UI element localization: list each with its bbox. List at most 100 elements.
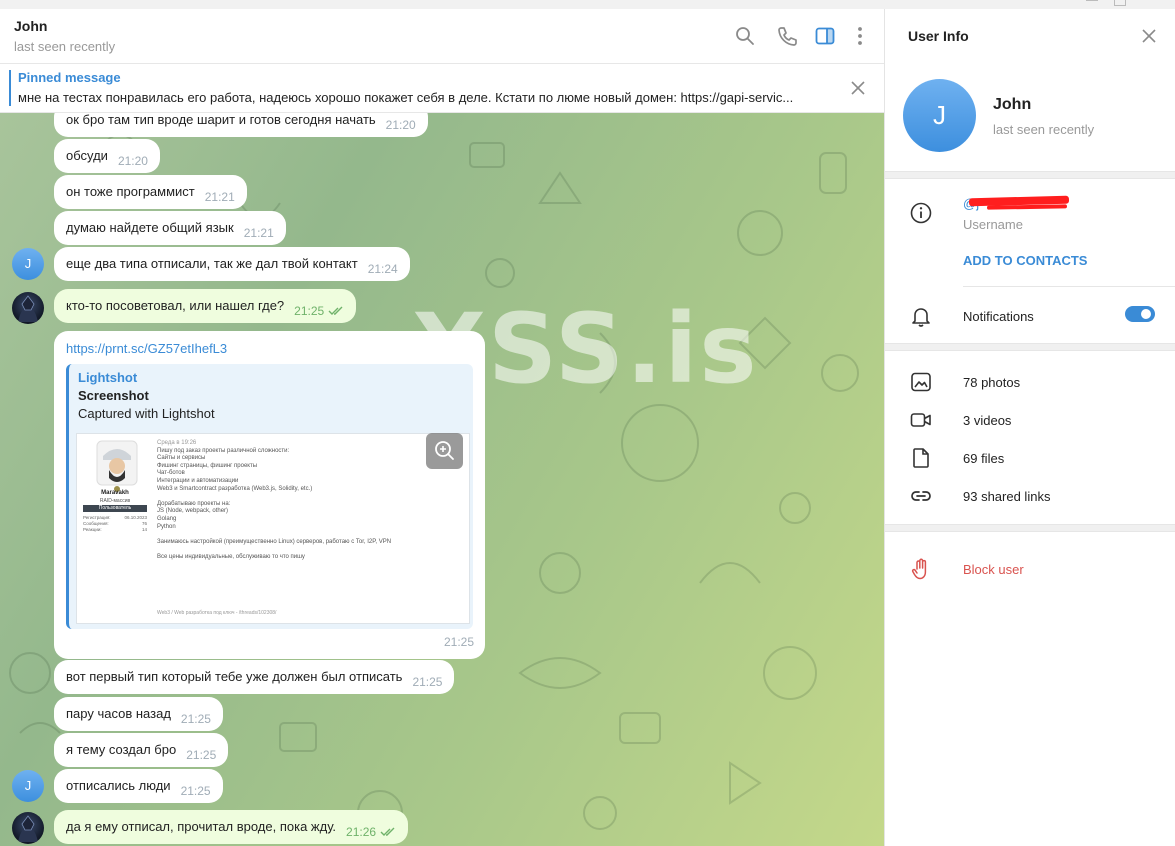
screenshot-line: Все цены индивидуальные, обслуживаю то ч…	[157, 553, 305, 560]
message-time: 21:21	[243, 226, 274, 240]
screenshot-line: Python	[157, 523, 176, 530]
sidebar-toggle-icon[interactable]	[814, 25, 836, 47]
redaction-mark	[986, 204, 1068, 210]
maximize-icon[interactable]	[1114, 0, 1126, 6]
message-bubble[interactable]: вот первый тип который тебе уже должен б…	[54, 660, 455, 694]
message-bubble[interactable]: думаю найдете общий язык 21:21	[54, 211, 286, 245]
message-text: вот первый тип который тебе уже должен б…	[66, 669, 403, 684]
link-preview-message[interactable]: https://prnt.sc/GZ57etIhefL3 Lightshot S…	[54, 331, 485, 659]
preview-description: Captured with Lightshot	[78, 406, 215, 421]
notifications-toggle[interactable]	[1125, 306, 1155, 322]
more-options-icon[interactable]	[849, 25, 871, 47]
screenshot-line: Web3 и Smartcontract разработка (Web3.js…	[157, 485, 313, 492]
screenshot-badge: Пользователь	[83, 505, 147, 512]
message-bubble[interactable]: да я ему отписал, прочитал вроде, пока ж…	[54, 810, 409, 844]
toggle-knob	[1139, 307, 1153, 321]
pinned-text: мне на тестах понравилась его работа, на…	[18, 90, 794, 105]
message-bubble[interactable]: обсуди 21:20	[54, 139, 160, 173]
message-text: да я ему отписал, прочитал вроде, пока ж…	[66, 819, 337, 834]
screenshot-line: JS (Node, webpack, other)	[157, 508, 229, 515]
file-icon	[913, 448, 929, 468]
screenshot-line	[157, 531, 391, 539]
phone-icon[interactable]	[776, 25, 798, 47]
read-checks-icon	[380, 827, 395, 836]
screenshot-line: Фишинг страницы, фишинг проекты	[157, 462, 258, 469]
message-time: 21:24	[367, 262, 398, 276]
message-time: 21:25	[180, 784, 211, 798]
message-text: он тоже программист	[66, 184, 195, 199]
section-divider	[885, 171, 1175, 179]
info-icon	[910, 202, 932, 224]
avatar[interactable]	[12, 812, 44, 844]
screenshot-role: RAID-массив	[99, 498, 131, 504]
chat-background: XSS.is ок бро там тип вроде шарит и гото…	[0, 113, 884, 846]
search-icon[interactable]	[734, 25, 756, 47]
shared-links-link[interactable]: 93 shared links	[963, 489, 1050, 504]
message-time: 21:26	[346, 825, 377, 839]
photos-link[interactable]: 78 photos	[963, 375, 1020, 390]
avatar-image	[18, 295, 38, 322]
screenshot-username: Maravakh	[101, 490, 129, 496]
read-checks-icon	[328, 306, 343, 315]
screenshot-line: Golang	[157, 515, 177, 522]
message-bubble[interactable]: ок бро там тип вроде шарит и готов сегод…	[54, 113, 428, 137]
avatar[interactable]	[12, 292, 44, 324]
chat-title[interactable]: John	[14, 18, 47, 34]
stat-key: Реакции:	[83, 527, 102, 532]
files-link[interactable]: 69 files	[963, 451, 1004, 466]
chat-header[interactable]: John last seen recently	[0, 9, 884, 64]
message-bubble[interactable]: он тоже программист 21:21	[54, 175, 247, 209]
message-bubble[interactable]: кто-то посоветовал, или нашел где? 21:25	[54, 289, 357, 323]
minimize-icon[interactable]	[1086, 0, 1098, 1]
profile-avatar[interactable]: J	[903, 79, 976, 152]
message-bubble[interactable]: еще два типа отписали, так же дал твой к…	[54, 247, 410, 281]
section-divider	[885, 524, 1175, 532]
screenshot-line	[157, 493, 391, 501]
message-time: 21:20	[117, 154, 148, 168]
videos-link[interactable]: 3 videos	[963, 413, 1011, 428]
photo-icon	[911, 372, 931, 392]
window-title-bar	[0, 0, 1175, 9]
avatar-image	[18, 815, 38, 842]
add-to-contacts-button[interactable]: ADD TO CONTACTS	[963, 253, 1087, 268]
pinned-message-bar[interactable]: Pinned message мне на тестах понравилась…	[0, 64, 884, 113]
profile-status: last seen recently	[993, 122, 1095, 137]
message-time: 21:25	[180, 712, 211, 726]
message-bubble[interactable]: я тему создал бро 21:25	[54, 733, 229, 767]
message-text: я тему создал бро	[66, 742, 177, 757]
link-preview[interactable]: Lightshot Screenshot Captured with Light…	[66, 364, 473, 629]
message-time: 21:25	[412, 675, 443, 689]
screenshot-line: Интеграции и автоматизации	[157, 477, 239, 484]
message-time: 21:20	[385, 118, 416, 132]
profile-name: John	[993, 96, 1032, 113]
section-divider	[885, 343, 1175, 351]
message-bubble[interactable]: пару часов назад 21:25	[54, 697, 223, 731]
message-text: отписались люди	[66, 778, 171, 793]
panel-title: User Info	[908, 28, 969, 44]
message-link[interactable]: https://prnt.sc/GZ57etIhefL3	[66, 341, 227, 356]
message-time: 21:21	[204, 190, 235, 204]
message-text: пару часов назад	[66, 706, 171, 721]
close-pinned-icon[interactable]	[850, 80, 866, 96]
user-info-panel: User Info J John last seen recently @j U…	[884, 9, 1175, 846]
close-icon[interactable]	[1141, 28, 1157, 44]
chat-panel: John last seen recently Pinned message м…	[0, 9, 884, 846]
pinned-accent-bar	[9, 70, 11, 106]
screenshot-line: Чат-ботов	[157, 470, 185, 477]
screenshot-footer: Web3 / Web разработка под ключ - /thread…	[157, 610, 277, 616]
avatar[interactable]: J	[12, 770, 44, 802]
message-text: ок бро там тип вроде шарит и готов сегод…	[66, 113, 376, 127]
window-close-icon[interactable]	[1144, 0, 1156, 6]
message-bubble[interactable]: отписались люди 21:25	[54, 769, 223, 803]
avatar[interactable]: J	[12, 248, 44, 280]
pinned-title: Pinned message	[18, 70, 121, 85]
link-icon	[911, 491, 931, 501]
notifications-label: Notifications	[963, 309, 1034, 324]
chat-status: last seen recently	[14, 39, 116, 54]
preview-screenshot-image[interactable]: Maravakh RAID-массив Пользователь Регист…	[76, 433, 470, 624]
block-user-button[interactable]: Block user	[963, 562, 1024, 577]
zoom-icon[interactable]	[426, 433, 463, 469]
screenshot-line	[157, 546, 391, 554]
message-text: еще два типа отписали, так же дал твой к…	[66, 256, 358, 271]
screenshot-date: Среда в 19:26	[157, 440, 197, 446]
